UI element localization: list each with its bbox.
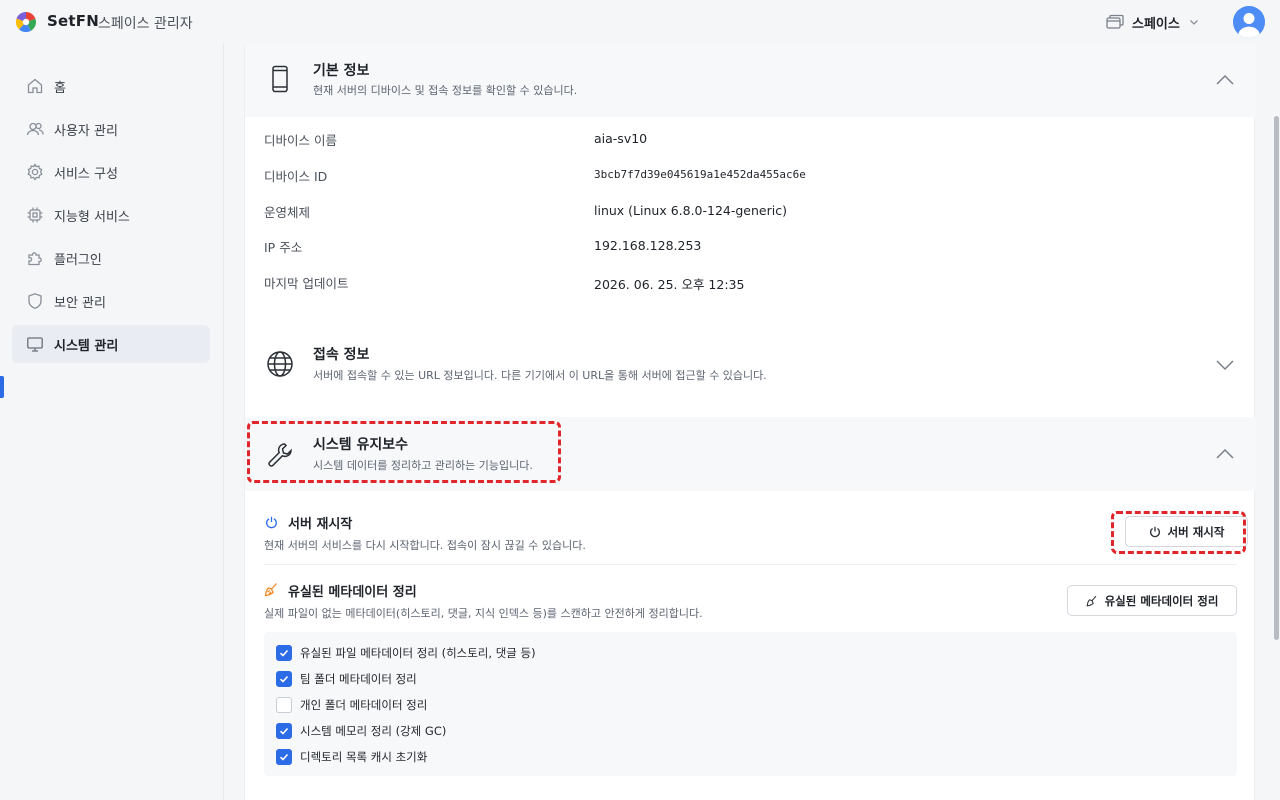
check-icon <box>279 649 289 657</box>
option-directory-cache-reset[interactable]: 디렉토리 목록 캐시 초기화 <box>276 748 427 766</box>
option-label: 팀 폴더 메타데이터 정리 <box>300 672 417 686</box>
checkbox[interactable] <box>276 723 292 739</box>
chevron-down-icon[interactable] <box>1215 358 1235 372</box>
sidebar-item-label: 플러그인 <box>54 252 102 268</box>
device-name-value: aia-sv10 <box>594 131 648 146</box>
checkbox[interactable] <box>276 645 292 661</box>
sidebar-item-home[interactable]: 홈 <box>12 67 210 105</box>
option-team-folder-metadata[interactable]: 팀 폴더 메타데이터 정리 <box>276 670 417 688</box>
cleanup-description: 실제 파일이 없는 메타데이터(히스토리, 댓글, 지식 인덱스 등)를 스캔하… <box>264 607 703 620</box>
broom-icon <box>264 583 277 597</box>
active-indicator <box>0 376 4 398</box>
cleanup-metadata-button[interactable]: 유실된 메타데이터 정리 <box>1067 585 1237 616</box>
check-icon <box>279 727 289 735</box>
check-icon <box>279 675 289 683</box>
chip-icon <box>27 207 43 223</box>
cleanup-title: 유실된 메타데이터 정리 <box>288 585 417 600</box>
divider <box>264 564 1237 565</box>
restart-description: 현재 서버의 서비스를 다시 시작합니다. 접속이 잠시 끊길 수 있습니다. <box>264 539 586 552</box>
gear-icon <box>27 163 43 181</box>
os-value: linux (Linux 6.8.0-124-generic) <box>594 203 787 218</box>
puzzle-icon <box>28 252 42 266</box>
user-avatar[interactable] <box>1233 6 1265 38</box>
check-icon <box>279 753 289 761</box>
sidebar-item-users[interactable]: 사용자 관리 <box>12 110 210 148</box>
window-stack-icon <box>1106 14 1124 29</box>
last-update-value: 2026. 06. 25. 오후 12:35 <box>594 277 745 292</box>
cleanup-metadata-button-label: 유실된 메타데이터 정리 <box>1104 593 1219 608</box>
sidebar-item-label: 보안 관리 <box>54 295 106 311</box>
option-label: 개인 폴더 메타데이터 정리 <box>300 698 428 712</box>
chevron-down-icon <box>1189 20 1198 25</box>
smartphone-icon <box>272 65 288 93</box>
ip-address-value: 192.168.128.253 <box>594 238 702 253</box>
option-label: 디렉토리 목록 캐시 초기화 <box>300 750 428 764</box>
broom-icon <box>1086 595 1096 606</box>
option-label: 유실된 파일 메타데이터 정리 (히스토리, 댓글 등) <box>300 646 536 660</box>
sidebar-item-intelligent-service[interactable]: 지능형 서비스 <box>12 196 210 234</box>
restart-title: 서버 재시작 <box>288 517 353 532</box>
section-description: 시스템 데이터를 정리하고 관리하는 기능입니다. <box>313 459 533 472</box>
wrench-icon <box>268 443 292 467</box>
power-icon <box>1149 526 1160 537</box>
device-id-value: 3bcb7f7d39e045619a1e452da455ac6e <box>594 168 806 181</box>
section-title: 시스템 유지보수 <box>313 437 409 453</box>
last-update-label: 마지막 업데이트 <box>264 276 349 291</box>
space-switcher[interactable]: 스페이스 <box>1106 11 1200 33</box>
section-maintenance-header[interactable]: 시스템 유지보수 시스템 데이터를 정리하고 관리하는 기능입니다. <box>245 417 1256 491</box>
section-description: 서버에 접속할 수 있는 URL 정보입니다. 다른 기기에서 이 URL을 통… <box>313 369 767 382</box>
checkbox[interactable] <box>276 671 292 687</box>
section-title: 접속 정보 <box>313 347 370 363</box>
top-bar: SetFN 스페이스 관리자 스페이스 <box>0 0 1280 44</box>
sidebar-item-label: 홈 <box>54 80 66 96</box>
app-subtitle: 스페이스 관리자 <box>98 16 193 32</box>
globe-icon <box>267 351 293 377</box>
restart-server-button[interactable]: 서버 재시작 <box>1125 516 1248 547</box>
sidebar-item-service-config[interactable]: 서비스 구성 <box>12 153 210 191</box>
chevron-up-icon[interactable] <box>1215 73 1235 87</box>
ip-address-label: IP 주소 <box>264 240 303 255</box>
section-connection-info-header[interactable]: 접속 정보 서버에 접속할 수 있는 URL 정보입니다. 다른 기기에서 이 … <box>245 327 1256 417</box>
power-icon <box>266 516 277 529</box>
sidebar-item-system[interactable]: 시스템 관리 <box>12 325 210 363</box>
restart-server-button-label: 서버 재시작 <box>1167 524 1225 539</box>
main-panel: 기본 정보 현재 서버의 디바이스 및 접속 정보를 확인할 수 있습니다. 디… <box>244 44 1256 800</box>
section-title: 기본 정보 <box>313 63 370 79</box>
app-logo-icon <box>16 12 36 32</box>
brand-name: SetFN <box>47 12 99 30</box>
scrollbar-thumb[interactable] <box>1274 116 1279 640</box>
sidebar-item-plugins[interactable]: 플러그인 <box>12 239 210 277</box>
sidebar-item-label: 지능형 서비스 <box>54 209 130 225</box>
section-description: 현재 서버의 디바이스 및 접속 정보를 확인할 수 있습니다. <box>313 84 578 97</box>
chevron-up-icon[interactable] <box>1215 447 1235 461</box>
sidebar: 홈 사용자 관리 서비스 구성 지능형 서비스 플러그인 보안 관리 시스템 관… <box>0 44 224 800</box>
device-id-label: 디바이스 ID <box>264 169 328 184</box>
sidebar-item-label: 서비스 구성 <box>54 166 118 182</box>
device-name-label: 디바이스 이름 <box>264 133 337 148</box>
option-label: 시스템 메모리 정리 (강제 GC) <box>300 724 447 738</box>
home-icon <box>27 78 43 94</box>
cleanup-options-panel: 유실된 파일 메타데이터 정리 (히스토리, 댓글 등) 팀 폴더 메타데이터 … <box>264 632 1237 776</box>
sidebar-item-label: 시스템 관리 <box>54 338 119 354</box>
os-label: 운영체제 <box>264 205 311 220</box>
shield-icon <box>28 293 42 309</box>
section-basic-info-header[interactable]: 기본 정보 현재 서버의 디바이스 및 접속 정보를 확인할 수 있습니다. <box>245 44 1256 117</box>
option-system-memory-gc[interactable]: 시스템 메모리 정리 (강제 GC) <box>276 722 446 740</box>
sidebar-item-label: 사용자 관리 <box>54 123 118 139</box>
monitor-icon <box>27 337 43 352</box>
option-personal-folder-metadata[interactable]: 개인 폴더 메타데이터 정리 <box>276 696 427 714</box>
space-switcher-label: 스페이스 <box>1132 16 1180 32</box>
sidebar-item-security[interactable]: 보안 관리 <box>12 282 210 320</box>
users-icon <box>26 122 44 136</box>
option-orphan-file-metadata[interactable]: 유실된 파일 메타데이터 정리 (히스토리, 댓글 등) <box>276 644 536 662</box>
checkbox[interactable] <box>276 749 292 765</box>
user-avatar-icon <box>1233 6 1265 38</box>
checkbox[interactable] <box>276 697 292 713</box>
